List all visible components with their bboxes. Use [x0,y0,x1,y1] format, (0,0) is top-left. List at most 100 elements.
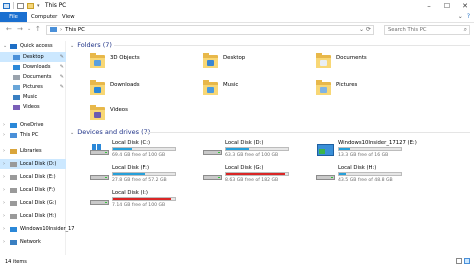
chevron-right-icon[interactable]: › [3,172,5,182]
drive-item[interactable]: Local Disk (F:) 27.8 GB free of 57.2 GB [70,165,188,187]
nav-item[interactable]: Downloads ✎ [0,62,66,72]
chevron-right-icon[interactable]: › [3,224,5,234]
collapse-chevron-icon: ⌄ [70,43,75,49]
drive-item[interactable]: Local Disk (D:) 63.3 GB free of 100 GB [183,140,301,162]
new-folder-icon[interactable] [27,2,34,9]
help-icon[interactable]: ? [467,13,470,20]
drive-item[interactable]: Local Disk (G:) 8.63 GB free of 182 GB [183,165,301,187]
folder-item[interactable]: Desktop [183,53,293,75]
folder-label: 3D Objects [110,55,140,61]
chevron-down-icon[interactable]: ▾ [37,3,40,9]
window-app-icon [3,2,10,9]
folder-label: Pictures [336,82,358,88]
drive-icon [10,161,17,167]
folder-item[interactable]: Documents [296,53,406,75]
pin-icon: ✎ [59,64,64,70]
videos-icon [13,104,20,110]
nav-item[interactable]: Pictures ✎ [0,82,66,92]
nav-item[interactable]: ⌄ Quick access [0,41,66,51]
address-dropdown-icon[interactable]: ⌄ ⟳ [359,26,371,34]
pin-icon: ✎ [59,54,64,60]
drive-free-space: 8.63 GB free of 182 GB [225,178,279,183]
drive-icon [10,226,17,232]
minimize-button[interactable]: – [420,0,438,11]
forward-icon[interactable]: → [17,25,23,33]
pin-icon: ✎ [59,74,64,80]
folder-label: Documents [336,55,367,61]
nav-item[interactable]: Documents ✎ [0,72,66,82]
tab-view[interactable]: View [62,12,75,22]
search-input[interactable]: Search This PC ⌕ [384,25,470,35]
recent-locations-icon[interactable]: ⌄ [27,26,31,32]
chevron-right-icon[interactable]: › [3,146,5,156]
expand-ribbon-icon[interactable]: ⌄ [458,13,463,20]
chevron-right-icon[interactable]: › [3,120,5,130]
nav-item[interactable]: › Local Disk (F:) [0,185,66,195]
tab-file[interactable]: File [0,12,27,22]
drive-item[interactable]: Local Disk (C:) 69.4 GB free of 100 GB [70,140,188,162]
nav-item-label: Windows10Insider_17 [20,226,75,232]
drive-icon [10,200,17,206]
folder-item[interactable]: Pictures [296,80,406,102]
nav-item-label: Desktop [23,54,44,60]
drive-item[interactable]: Windows10Insider_17127 (E:) 13.3 GB free … [296,140,417,162]
nav-item-label: Local Disk (G:) [20,200,57,206]
maximize-button[interactable]: ☐ [438,0,456,11]
network-icon [10,239,17,245]
folder-item[interactable]: Downloads [70,80,180,102]
nav-item[interactable]: › Local Disk (E:) [0,172,66,182]
chevron-right-icon[interactable]: › [3,159,5,169]
large-icons-view-icon[interactable] [464,258,470,264]
desktop-folder-icon [13,54,20,60]
nav-item[interactable]: › Windows10Insider_17 [0,224,75,234]
folder-item[interactable]: Videos [70,105,180,127]
navigation-pane: ⌄ Quick access Desktop ✎ Downloads ✎ Documents… [0,41,75,255]
folder-item[interactable]: Music [183,80,293,102]
drives-group-header[interactable]: ⌄ Devices and drives (7) [70,128,150,136]
nav-item[interactable]: › OneDrive [0,120,66,130]
nav-item-label: Local Disk (E:) [20,174,56,180]
details-view-icon[interactable] [456,258,462,264]
chevron-right-icon[interactable]: › [3,130,5,140]
nav-item-label: Videos [23,104,40,110]
address-bar[interactable]: › This PC ⌄ ⟳ [46,25,374,35]
drive-item[interactable]: Local Disk (H:) 43.5 GB free of 48.8 GB [296,165,414,187]
drive-item[interactable]: Local Disk (I:) 7.14 GB free of 100 GB [70,190,188,212]
nav-item-label: Network [20,239,41,245]
divider [13,2,14,9]
close-button[interactable]: ✕ [456,0,474,11]
chevron-down-icon[interactable]: ⌄ [3,41,7,51]
nav-item[interactable]: Music [0,92,66,102]
nav-item[interactable]: › Local Disk (D:) [0,159,66,169]
nav-item[interactable]: › Local Disk (G:) [0,198,66,208]
desktop-folder-icon [203,53,218,68]
back-icon[interactable]: ← [6,25,12,33]
drive-free-space: 7.14 GB free of 100 GB [112,203,166,208]
chevron-right-icon[interactable]: › [3,185,5,195]
music-icon [13,94,20,100]
folder-label: Music [223,82,239,88]
nav-item[interactable]: › Libraries [0,146,66,156]
drive-icon [90,169,109,181]
up-icon[interactable]: ↑ [35,25,41,33]
libraries-icon [10,148,17,154]
chevron-right-icon[interactable]: › [3,198,5,208]
chevron-right-icon[interactable]: › [3,211,5,221]
folders-group-header[interactable]: ⌄ Folders (7) [70,41,112,49]
pictures-icon [13,84,20,90]
nav-item[interactable]: Desktop ✎ [0,52,66,62]
tab-computer[interactable]: Computer [31,12,57,22]
chevron-right-icon[interactable]: › [3,237,5,247]
drive-usage-bar [112,147,176,151]
properties-icon[interactable] [17,2,24,9]
drive-usage-bar [225,147,289,151]
downloads-folder-icon [90,80,105,95]
drive-icon [10,187,17,193]
nav-item[interactable]: Videos [0,102,66,112]
folder-item[interactable]: 3D Objects [70,53,180,75]
nav-item[interactable]: › This PC [0,130,66,140]
nav-item[interactable]: › Network [0,237,66,247]
nav-item[interactable]: › Local Disk (H:) [0,211,66,221]
drive-label: Local Disk (F:) [112,165,150,171]
drive-free-space: 13.3 GB free of 16 GB [338,153,389,158]
